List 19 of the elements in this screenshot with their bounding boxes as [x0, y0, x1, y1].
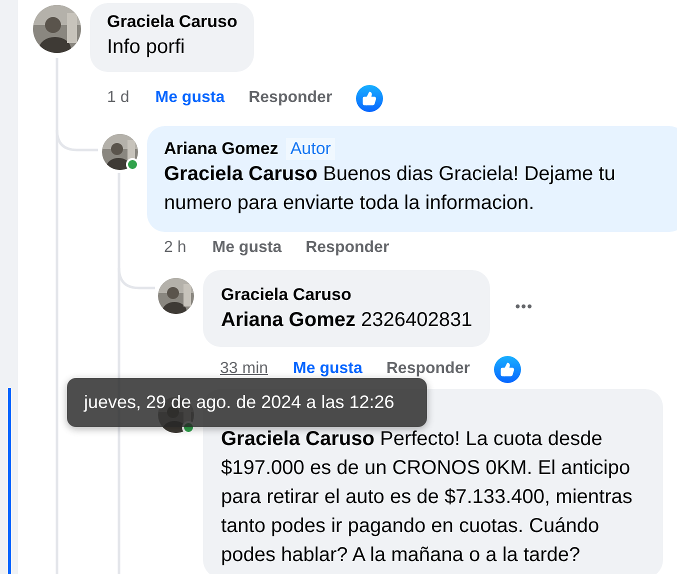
author-badge: Autor — [286, 138, 335, 160]
comment-text: Graciela Caruso Buenos dias Graciela! Dejame tu numero para enviarte toda la informacion. — [164, 162, 616, 216]
timestamp[interactable]: 1 d — [107, 89, 130, 107]
tooltip: jueves, 29 de ago. de 2024 a las 12:26 — [67, 378, 427, 427]
reply-link[interactable]: Responder — [248, 89, 332, 107]
comment-text: Ariana Gomez 2326402831 — [221, 308, 472, 333]
like-link[interactable]: Me gusta — [293, 360, 362, 378]
timestamp[interactable]: 33 min — [220, 360, 268, 378]
reply-link[interactable]: Responder — [306, 239, 390, 257]
author-name[interactable]: Ariana Gomez — [164, 138, 278, 160]
comment-text: Info porfi — [107, 35, 186, 60]
like-link[interactable]: Me gusta — [212, 239, 282, 257]
reply-link[interactable]: Responder — [386, 360, 470, 378]
author-name[interactable]: Graciela Caruso — [107, 11, 238, 33]
timestamp[interactable]: 2 h — [164, 239, 186, 257]
like-link[interactable]: Me gusta — [155, 89, 225, 107]
comment-text: Graciela Caruso Perfecto! La cuota desde $197.000 es de un CRONOS 0KM. El anticipo para retirar el auto es de $7.133.400, mientras tanto podes ir pagando en cuotas. Cuándo podes hablar? A la mañana o a la tarde? — [221, 427, 634, 568]
more-button[interactable]: ••• — [515, 298, 533, 314]
author-name[interactable]: Graciela Caruso — [221, 284, 352, 306]
